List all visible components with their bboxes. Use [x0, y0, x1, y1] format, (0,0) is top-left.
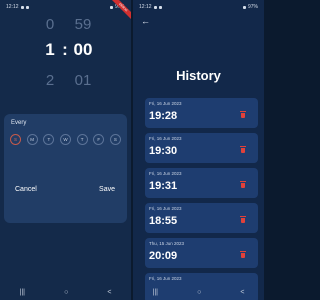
minute-previous[interactable]: 59 [70, 16, 96, 33]
page-title: History [176, 68, 221, 83]
notification-icon [158, 5, 162, 9]
cancel-button[interactable]: Cancel [15, 186, 37, 193]
trash-icon[interactable] [240, 216, 246, 223]
history-screen: 12:12 97% ← History Fri, 16 Jun 2023 19:… [133, 0, 264, 300]
notification-icon [20, 5, 24, 9]
back-button[interactable]: < [240, 289, 244, 296]
repeat-label: Every [11, 120, 27, 126]
time-separator: : [62, 40, 68, 59]
entry-time: 19:28 [149, 110, 178, 122]
day-toggle-thursday[interactable]: T [76, 134, 88, 145]
recents-button[interactable]: ||| [20, 289, 25, 296]
hour-next[interactable]: 2 [44, 72, 56, 89]
trash-icon[interactable] [240, 146, 246, 153]
history-entry[interactable]: Fri, 16 Jun 2023 19:30 [145, 133, 258, 163]
system-nav-bar: ||| ○ < [0, 284, 131, 300]
entry-time: 18:55 [149, 215, 178, 227]
back-arrow-icon[interactable]: ← [141, 16, 150, 26]
day-toggle-tuesday[interactable]: T [43, 134, 55, 145]
entry-time: 20:09 [149, 250, 178, 262]
back-button[interactable]: < [107, 289, 111, 296]
minute-next[interactable]: 01 [70, 72, 96, 89]
day-toggle-wednesday[interactable]: W [59, 134, 71, 145]
entry-date: Fri, 16 Jun 2023 [149, 276, 182, 281]
entry-date: Fri, 16 Jun 2023 [149, 206, 182, 211]
repeat-card: Every S M T W T F S Cancel Save [4, 114, 127, 223]
battery-text: 97% [247, 4, 258, 10]
history-entry[interactable]: Fri, 16 Jun 2023 19:28 [145, 98, 258, 128]
entry-time: 19:31 [149, 180, 178, 192]
status-time: 12:12 [139, 4, 152, 10]
entry-date: Fri, 16 Jun 2023 [149, 101, 182, 106]
recents-button[interactable]: ||| [153, 289, 158, 296]
save-button[interactable]: Save [99, 186, 115, 193]
history-entry[interactable]: Fri, 16 Jun 2023 18:55 [145, 203, 258, 233]
debug-banner: DEBUG [107, 0, 131, 24]
alarm-screen: 12:12 97% DEBUG 0 59 1 : 00 2 01 Every S… [0, 0, 131, 300]
history-entry[interactable]: Thu, 15 Jun 2023 20:09 [145, 238, 258, 268]
hour-selected[interactable]: 1 [44, 40, 56, 60]
home-button[interactable]: ○ [64, 289, 68, 296]
notification-icon [153, 5, 157, 9]
status-time: 12:12 [6, 4, 19, 10]
home-button[interactable]: ○ [197, 289, 201, 296]
notification-icon [25, 5, 29, 9]
entry-time: 19:30 [149, 145, 178, 157]
trash-icon[interactable] [240, 251, 246, 258]
wifi-icon [242, 5, 246, 9]
trash-icon[interactable] [240, 111, 246, 118]
entry-date: Thu, 15 Jun 2023 [149, 241, 185, 246]
history-list: Fri, 16 Jun 2023 19:28 Fri, 16 Jun 2023 … [145, 98, 258, 300]
day-toggle-sunday[interactable]: S [10, 134, 21, 145]
minute-selected[interactable]: 00 [70, 40, 96, 60]
system-nav-bar: ||| ○ < [133, 284, 264, 300]
day-toggle-saturday[interactable]: S [109, 134, 121, 145]
day-toggle-friday[interactable]: F [93, 134, 105, 145]
history-entry[interactable]: Fri, 16 Jun 2023 19:31 [145, 168, 258, 198]
time-picker[interactable]: 0 59 1 : 00 2 01 [0, 16, 131, 100]
entry-date: Fri, 16 Jun 2023 [149, 171, 182, 176]
trash-icon[interactable] [240, 181, 246, 188]
weekday-selector: S M T W T F S [10, 134, 121, 145]
entry-date: Fri, 16 Jun 2023 [149, 136, 182, 141]
status-bar: 12:12 97% [133, 0, 264, 14]
day-toggle-monday[interactable]: M [26, 134, 38, 145]
hour-previous[interactable]: 0 [44, 16, 56, 33]
